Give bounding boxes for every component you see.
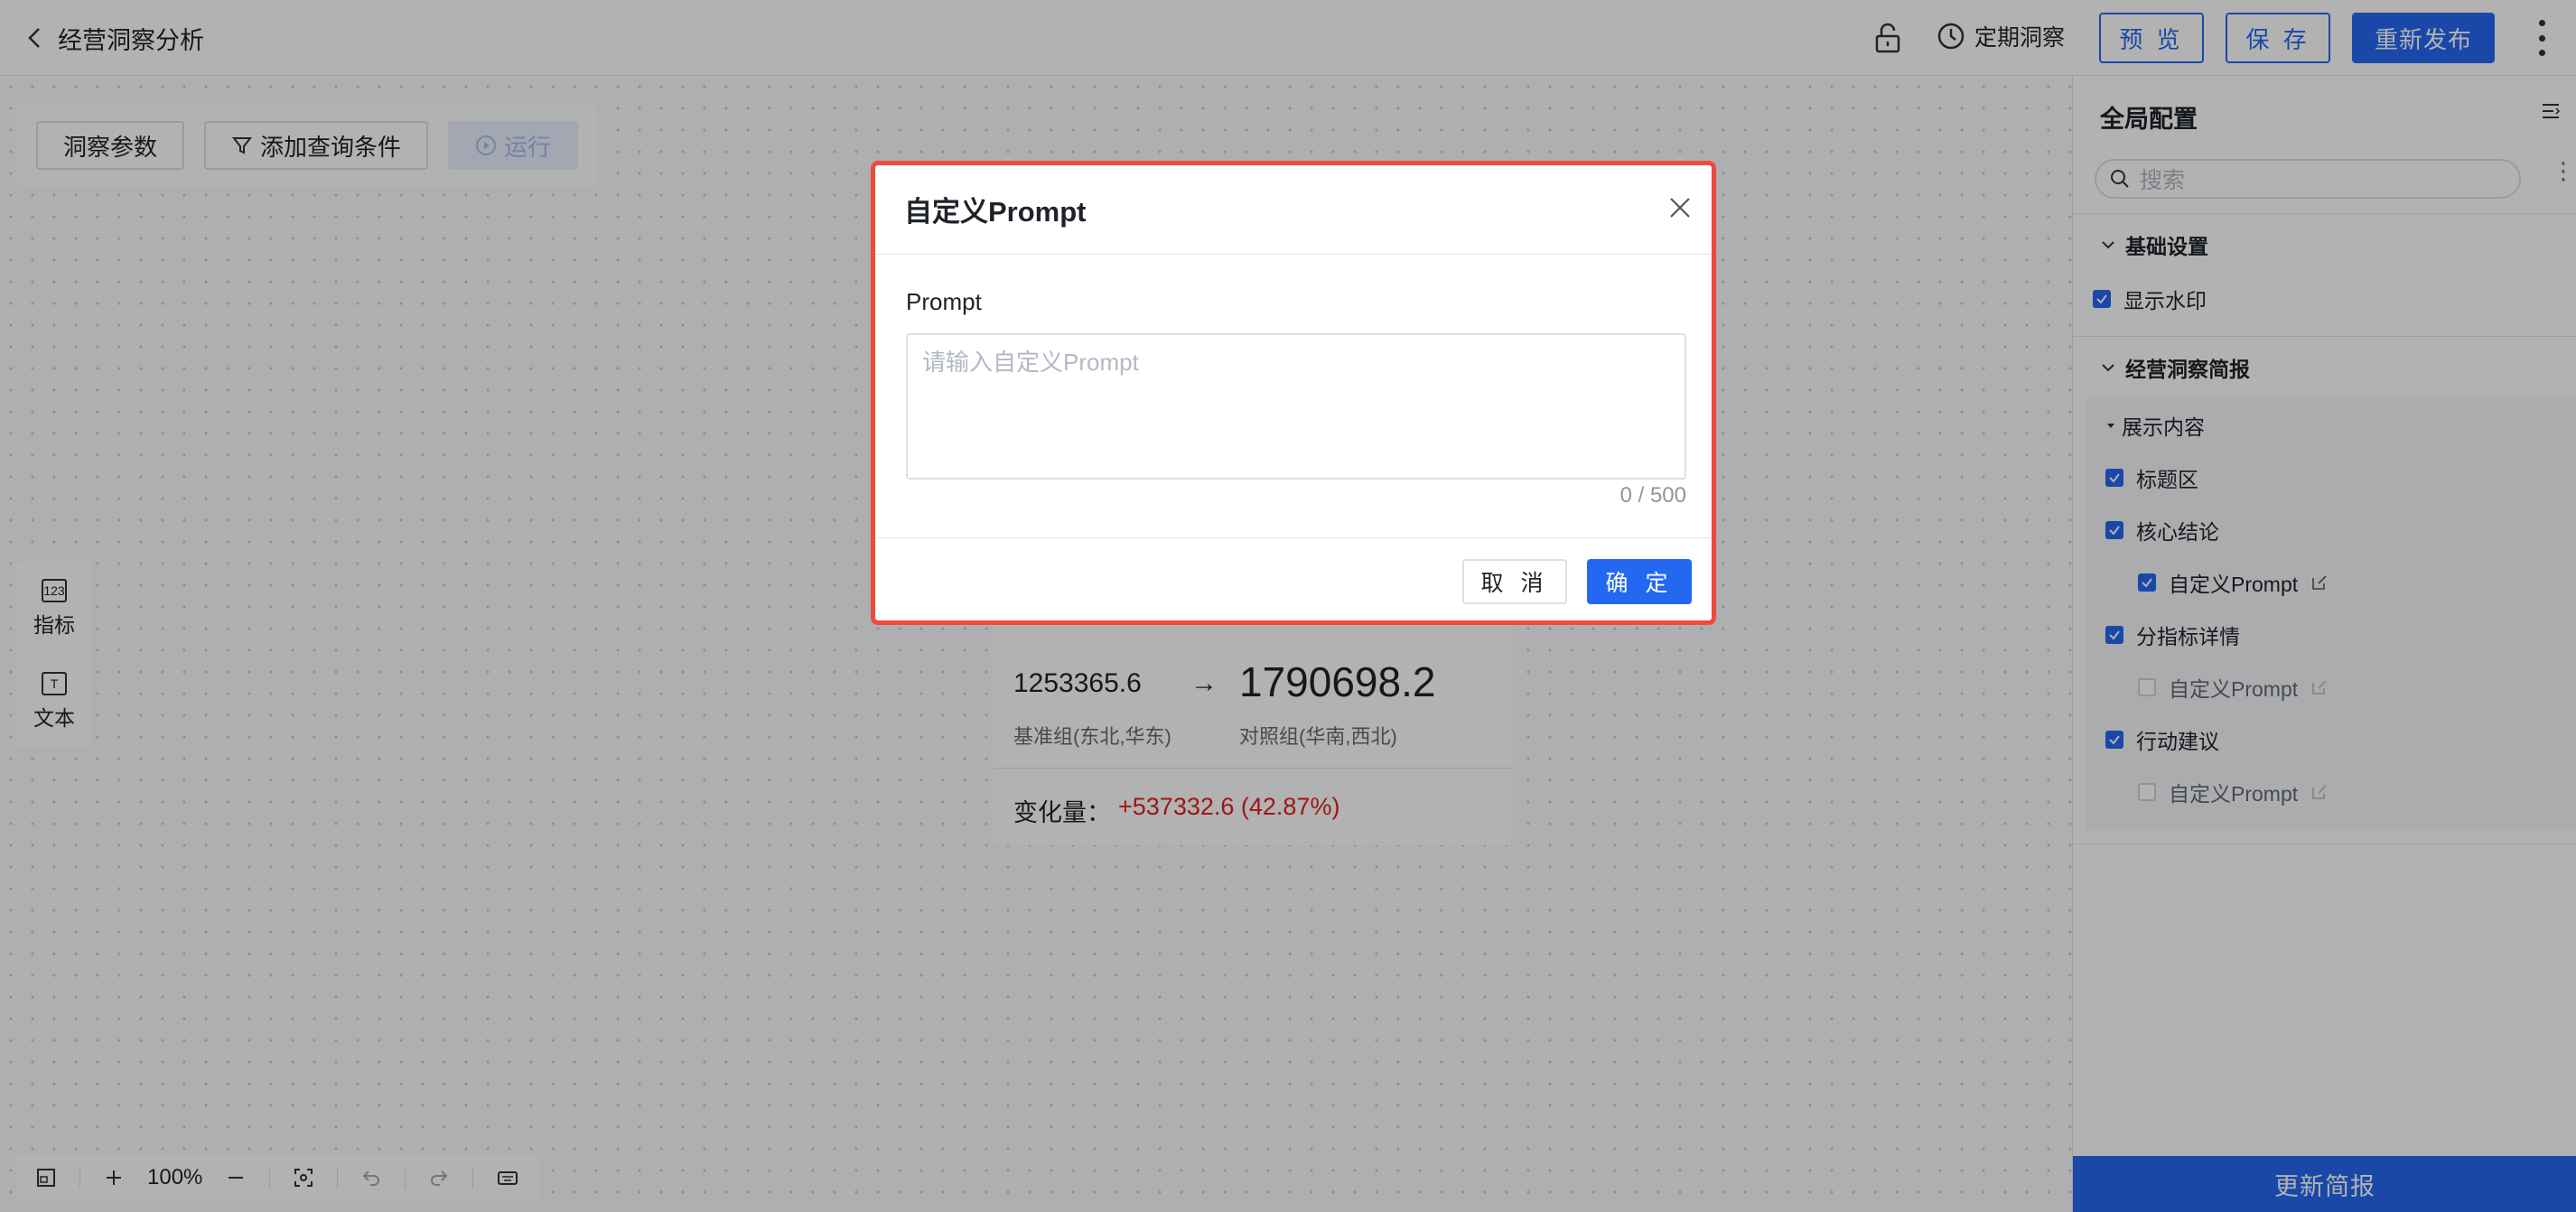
close-icon[interactable]: [1666, 194, 1694, 221]
prompt-textarea[interactable]: [906, 333, 1686, 480]
char-counter: 0 / 500: [1619, 483, 1686, 508]
divider: [875, 537, 1712, 538]
confirm-button[interactable]: 确 定: [1587, 559, 1692, 604]
prompt-field-label: Prompt: [906, 288, 982, 315]
divider: [875, 254, 1712, 255]
custom-prompt-dialog: 自定义Prompt Prompt 0 / 500 取 消 确 定: [871, 161, 1716, 625]
cancel-button[interactable]: 取 消: [1462, 559, 1567, 604]
dialog-title: 自定义Prompt: [904, 196, 1087, 228]
